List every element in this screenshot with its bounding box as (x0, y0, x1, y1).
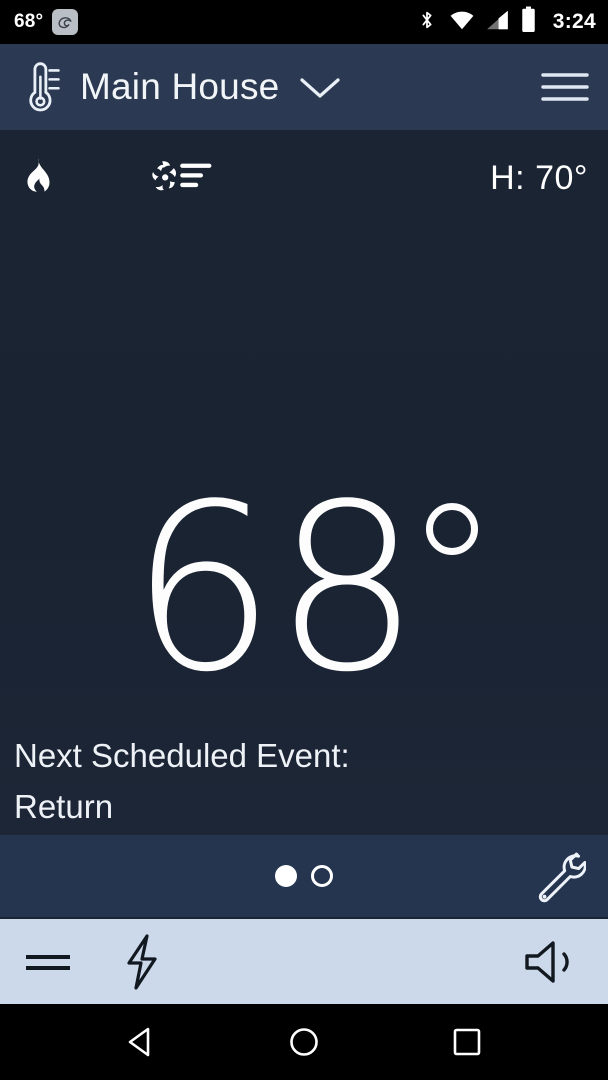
hamburger-menu-icon[interactable] (540, 67, 590, 107)
status-bar-icons: 3:24 (416, 6, 596, 38)
speaker-volume-icon[interactable] (522, 938, 584, 986)
bluetooth-icon (416, 7, 438, 38)
next-event-label: Next Scheduled Event: (14, 737, 350, 774)
bottom-toolbar (0, 917, 608, 1004)
home-circle-icon[interactable] (282, 1020, 326, 1064)
fan-icon (143, 156, 215, 200)
next-scheduled-event: Next Scheduled Event: Return (14, 730, 534, 832)
cloud-swirl-icon (52, 9, 79, 35)
degree-symbol-icon (426, 503, 479, 555)
recents-square-icon[interactable] (445, 1020, 489, 1064)
current-temperature-value: 68 (129, 456, 421, 723)
thermometer-icon (16, 59, 64, 115)
wrench-icon[interactable] (530, 848, 587, 904)
equals-menu-icon[interactable] (22, 945, 74, 979)
status-outdoor-temp: 68° (14, 11, 44, 32)
battery-full-icon (521, 6, 536, 38)
page-indicator-dots (0, 865, 608, 887)
app-bar: Main House (0, 44, 608, 130)
chevron-down-icon[interactable] (297, 72, 343, 102)
lightning-bolt-icon[interactable] (116, 933, 168, 991)
phone-screen: 68° 3:24 Main House H: 70° 68 Next Sched… (0, 0, 608, 1080)
thermostat-main-panel: H: 70° 68 Next Scheduled Event: Return (0, 130, 608, 835)
pager-bar (0, 835, 608, 917)
android-nav-bar (0, 1004, 608, 1080)
page-dot-1[interactable] (275, 865, 297, 887)
current-temperature-value-group: 68 (130, 475, 479, 705)
android-status-bar: 68° 3:24 (0, 0, 608, 44)
cellular-signal-icon (486, 9, 510, 36)
current-temperature-display[interactable]: 68 (0, 460, 608, 720)
wifi-icon (449, 9, 475, 36)
back-triangle-icon[interactable] (119, 1020, 163, 1064)
page-dot-2[interactable] (311, 865, 333, 887)
status-clock: 3:24 (552, 10, 596, 33)
hvac-status-row: H: 70° (0, 148, 608, 208)
flame-icon (17, 156, 53, 200)
page-title[interactable]: Main House (80, 66, 279, 108)
next-event-value: Return (14, 788, 114, 826)
heat-setpoint-label[interactable]: H: 70° (490, 159, 588, 198)
